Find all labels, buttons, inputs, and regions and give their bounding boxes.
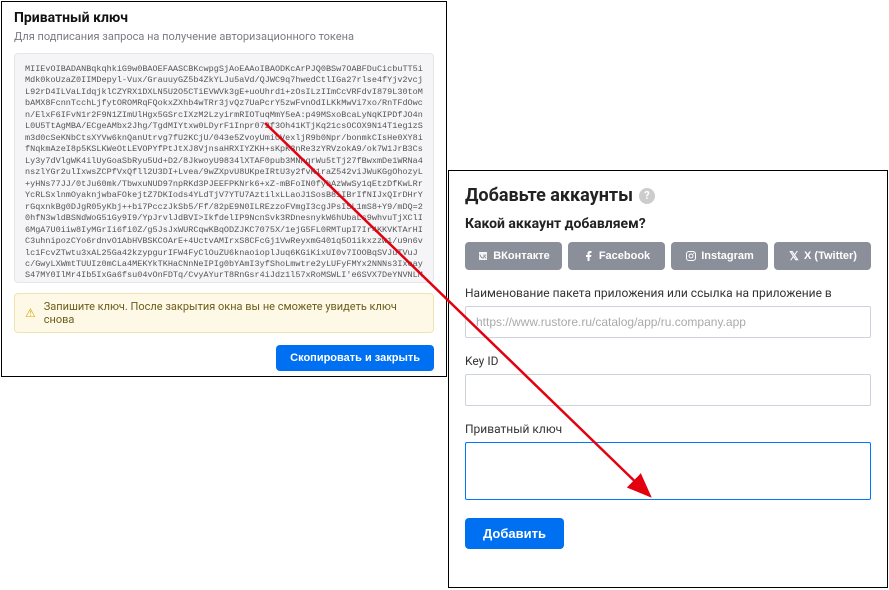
- panel-subtitle: Какой аккаунт добавляем?: [465, 216, 871, 232]
- add-button[interactable]: Добавить: [465, 518, 564, 549]
- dialog-subtitle: Для подписания запроса на получение авто…: [14, 30, 434, 43]
- facebook-label: Facebook: [599, 250, 650, 262]
- warning-icon: ⚠: [25, 306, 36, 320]
- package-input[interactable]: [465, 306, 871, 338]
- warning-bar: ⚠ Запишите ключ. После закрытия окна вы …: [14, 293, 434, 333]
- copy-close-button[interactable]: Скопировать и закрыть: [276, 345, 434, 371]
- add-accounts-panel: Добавьте аккаунты ? Какой аккаунт добавл…: [448, 170, 888, 588]
- package-label: Наименование пакета приложения или ссылк…: [465, 286, 871, 300]
- help-icon[interactable]: ?: [639, 188, 655, 204]
- private-key-text: MIIEvOIBADANBqkqhkiG9w0BAOEFAASCBKcwpgSj…: [14, 53, 434, 283]
- keyid-input[interactable]: [465, 374, 871, 406]
- twitter-label: X (Twitter): [804, 250, 857, 262]
- x-icon: 𝕏: [788, 250, 800, 262]
- warning-text: Запишите ключ. После закрытия окна вы не…: [44, 300, 423, 326]
- vk-button[interactable]: ВКонтакте: [465, 242, 562, 270]
- facebook-button[interactable]: Facebook: [568, 242, 665, 270]
- instagram-button[interactable]: Instagram: [671, 242, 768, 270]
- dialog-footer: Скопировать и закрыть: [14, 345, 434, 371]
- facebook-icon: [583, 250, 595, 262]
- panel-title: Добавьте аккаунты ?: [465, 185, 655, 206]
- vk-icon: [477, 250, 489, 262]
- social-buttons-row: ВКонтакте Facebook Instagram 𝕏 X (Twitte…: [465, 242, 871, 270]
- private-key-dialog: Приватный ключ Для подписания запроса на…: [1, 1, 447, 377]
- twitter-button[interactable]: 𝕏 X (Twitter): [774, 242, 871, 270]
- vk-label: ВКонтакте: [493, 250, 550, 262]
- instagram-icon: [685, 250, 697, 262]
- dialog-title: Приватный ключ: [14, 10, 434, 26]
- keyid-label: Key ID: [465, 354, 871, 368]
- private-key-input[interactable]: [465, 442, 871, 500]
- instagram-label: Instagram: [701, 250, 754, 262]
- private-key-label: Приватный ключ: [465, 422, 871, 436]
- panel-title-text: Добавьте аккаунты: [465, 185, 633, 206]
